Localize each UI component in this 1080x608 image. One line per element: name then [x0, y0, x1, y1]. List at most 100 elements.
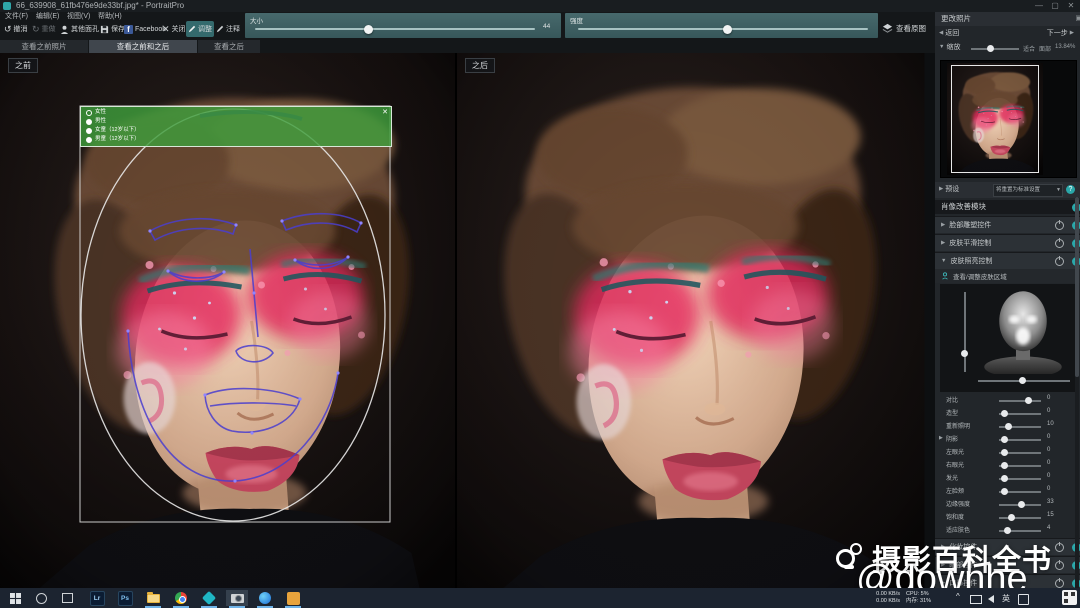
brush-size-label: 大小 [250, 18, 263, 25]
light-horizontal-slider[interactable] [978, 377, 1070, 384]
slider-knob[interactable] [1001, 488, 1009, 495]
facebook-icon: f [124, 24, 133, 34]
light-vertical-slider[interactable] [961, 292, 968, 372]
cortana-button[interactable] [30, 590, 52, 606]
fit-button[interactable]: 适合 [1023, 44, 1035, 53]
section-portrait-improve: 肖像改善模块 ? [935, 200, 1080, 214]
slider-track[interactable] [999, 397, 1041, 404]
slider-track[interactable] [999, 501, 1041, 508]
slider-track[interactable] [999, 475, 1041, 482]
back-button[interactable]: ◀ 返回 [939, 28, 959, 39]
collapse-arrow-icon: ▶ [941, 222, 946, 228]
slider-track[interactable] [999, 449, 1041, 456]
presets-toggle[interactable]: ▶ 预设 [939, 184, 959, 195]
zoom-dropdown[interactable]: ▼ 缩放 [939, 42, 960, 53]
presets-dropdown[interactable]: 将重置为标准设置 ▼ [993, 184, 1063, 197]
brush-size-knob[interactable] [364, 24, 374, 34]
close-icon[interactable]: ✕ [382, 108, 388, 116]
light-vertical-knob[interactable] [961, 350, 968, 357]
slider-knob[interactable] [1001, 436, 1009, 443]
brush-strength-slider[interactable] [578, 24, 868, 34]
slider-track[interactable] [999, 488, 1041, 495]
tab-view-before-after[interactable]: 查看之前和之后 [89, 40, 198, 53]
view-skin-area-button[interactable]: 查看/调整皮肤区域 [935, 269, 1080, 283]
other-faces-button[interactable]: 其他面孔 [58, 21, 101, 37]
slider-track[interactable] [999, 527, 1041, 534]
app-icon [3, 2, 11, 10]
speaker-icon[interactable] [988, 595, 994, 603]
head-model[interactable] [976, 286, 1070, 374]
undo-button[interactable]: ↺ 撤消 [2, 21, 30, 37]
power-icon[interactable] [1055, 541, 1064, 552]
navigator-thumbnail[interactable] [940, 60, 1077, 178]
slider-knob[interactable] [1008, 514, 1016, 521]
navigator-viewport-rect[interactable] [951, 65, 1039, 173]
collapse-arrow-icon[interactable]: ▶ [939, 435, 943, 441]
taskbar-photoshop[interactable]: Ps [114, 590, 136, 606]
notification-icon[interactable] [1018, 594, 1029, 605]
slider-knob[interactable] [1004, 527, 1012, 534]
tab-view-after[interactable]: 查看之后 [198, 40, 261, 53]
module-face-sculpt[interactable]: ▶ 脸部雕塑控件 ? [935, 216, 1080, 233]
sidebar-scrollbar-thumb[interactable] [1075, 197, 1079, 377]
taskbar-portraitpro-active[interactable] [226, 590, 248, 608]
gender-option-male[interactable]: 男性 [86, 118, 106, 125]
brush-size-slider[interactable] [255, 24, 535, 34]
view-original-button[interactable]: 查看原图 [882, 20, 926, 36]
start-button[interactable] [4, 590, 26, 606]
power-icon[interactable] [1055, 219, 1064, 230]
monitor-icon[interactable] [970, 595, 982, 604]
netspeed-monitor: 0.00 KB/s 0.00 KB/s [876, 591, 900, 604]
taskbar-app-orange[interactable] [282, 590, 304, 608]
slider-knob[interactable] [1025, 397, 1033, 404]
zoom-knob[interactable] [986, 45, 994, 52]
slider-track[interactable] [999, 410, 1041, 417]
pin-icon[interactable]: ▣ [1075, 12, 1080, 26]
gender-option-boy[interactable]: 男童（12岁以下） [86, 136, 140, 143]
power-icon[interactable] [1055, 255, 1064, 266]
zoom-slider[interactable] [971, 45, 1019, 52]
slider-knob[interactable] [1017, 501, 1025, 508]
taskbar-explorer[interactable] [142, 590, 164, 608]
adjust-tool-button[interactable]: 调整 [186, 21, 214, 37]
power-icon[interactable] [1055, 577, 1064, 588]
gender-option-girl[interactable]: 女童（12岁以下） [86, 127, 140, 134]
tray-overflow-caret[interactable]: ^ [956, 592, 960, 601]
taskbar-edge[interactable] [254, 590, 276, 608]
slider-track[interactable] [999, 423, 1041, 430]
before-image-panel[interactable]: ✕ 女性 男性 女童（12岁以下） 男童（12岁以下） 之前 [0, 53, 455, 588]
slider-track[interactable] [999, 436, 1041, 443]
slider-knob[interactable] [1001, 462, 1009, 469]
slider-knob[interactable] [1001, 410, 1009, 417]
slider-knob[interactable] [1001, 449, 1009, 456]
power-icon[interactable] [1055, 237, 1064, 248]
light-horizontal-knob[interactable] [1019, 377, 1027, 384]
minimize-button[interactable]: — [1032, 0, 1046, 12]
brush-strength-knob[interactable] [723, 24, 732, 34]
next-button[interactable]: 下一步 ▶ [1047, 28, 1074, 39]
slider-track[interactable] [999, 462, 1041, 469]
annotate-tool-button[interactable]: 注释 [214, 21, 242, 37]
face-button[interactable]: 面部 [1039, 44, 1051, 53]
taskbar-app-teal[interactable] [198, 590, 220, 608]
maximize-button[interactable]: ▢ [1048, 0, 1062, 12]
taskbar-chrome[interactable] [170, 590, 192, 608]
gender-option-female[interactable]: 女性 [86, 109, 106, 116]
slider-track[interactable] [999, 514, 1041, 521]
slider-knob[interactable] [1005, 423, 1013, 430]
redo-button[interactable]: ↻ 重做 [30, 21, 58, 37]
task-view-button[interactable] [56, 590, 78, 606]
after-image-panel[interactable]: 之后 [457, 53, 935, 588]
close-photo-button[interactable]: ✕ 关闭 [160, 21, 188, 37]
close-button[interactable]: ✕ [1064, 0, 1078, 12]
module-skin-lighting[interactable]: ▼ 皮肤照亮控制 ? [935, 252, 1080, 269]
taskbar-lightroom[interactable]: Lr [86, 590, 108, 606]
power-icon[interactable] [1055, 559, 1064, 570]
language-indicator[interactable]: 英 [1002, 593, 1010, 604]
presets-row: ▶ 预设 将重置为标准设置 ▼ ? [935, 182, 1080, 198]
tab-view-before[interactable]: 查看之前照片 [0, 40, 89, 53]
module-skin-smoothing[interactable]: ▶ 皮肤平滑控制 ? [935, 234, 1080, 251]
chevron-down-icon: ▼ [939, 44, 945, 50]
help-icon[interactable]: ? [1066, 185, 1075, 194]
slider-knob[interactable] [1001, 475, 1009, 482]
